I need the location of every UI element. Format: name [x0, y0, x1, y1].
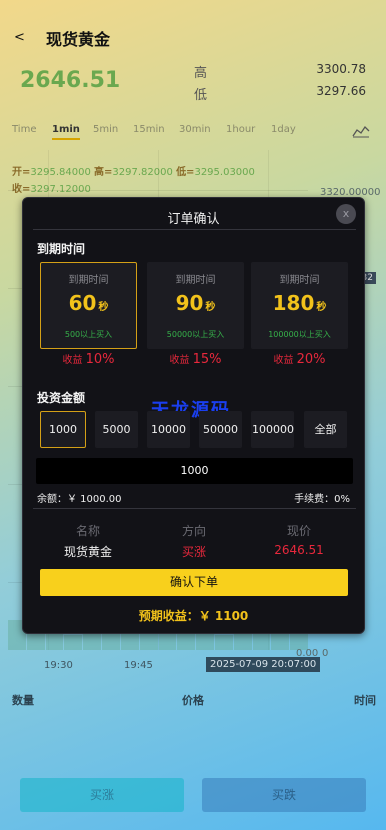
col-time: 时间	[354, 694, 376, 707]
high-label: 高	[194, 66, 208, 81]
modal-title: 订单确认	[167, 212, 220, 227]
buy-down-button[interactable]: 买跌	[202, 778, 366, 812]
divider	[33, 508, 356, 509]
info-price: 现价 2646.51	[274, 524, 324, 557]
amount-50000-button[interactable]: 50000	[199, 411, 242, 448]
tab-time[interactable]: Time	[12, 124, 36, 135]
order-confirm-modal: 订单确认 x 到期时间 到期时间 60 秒 500以上买入 收益 10% 到期时间…	[22, 197, 365, 634]
amount-1000-button[interactable]: 1000	[40, 411, 86, 448]
tab-15min[interactable]: 15min	[133, 124, 165, 135]
expiry-option-90[interactable]: 到期时间 90 秒 50000以上买入 收益 15%	[147, 262, 244, 367]
divider	[33, 229, 356, 230]
back-button[interactable]: <	[14, 30, 25, 45]
amount-10000-button[interactable]: 10000	[147, 411, 190, 448]
tab-1hour[interactable]: 1hour	[226, 124, 255, 135]
expiry-option-180[interactable]: 到期时间 180 秒 100000以上买入 收益 20%	[251, 262, 348, 367]
page-title: 现货黄金	[46, 30, 111, 49]
amount-section-label: 投资金额	[37, 391, 86, 405]
fee-text: 手续费：0%	[294, 494, 350, 505]
balance-text: 余额：￥ 1000.00	[37, 494, 122, 505]
tab-5min[interactable]: 5min	[93, 124, 118, 135]
expiry-section-label: 到期时间	[37, 242, 86, 256]
close-icon[interactable]: x	[336, 204, 356, 224]
current-price: 2646.51	[20, 68, 121, 93]
low-label: 低	[194, 88, 208, 103]
time-label-1: 19:30	[44, 660, 73, 671]
amount-5000-button[interactable]: 5000	[95, 411, 138, 448]
tab-30min[interactable]: 30min	[179, 124, 211, 135]
col-price: 价格	[182, 694, 204, 707]
amount-100000-button[interactable]: 100000	[251, 411, 294, 448]
expected-profit: 预期收益：￥ 1100	[138, 609, 249, 623]
amount-all-button[interactable]: 全部	[304, 411, 347, 448]
high-value: 3300.78	[316, 62, 366, 76]
tab-1min[interactable]: 1min	[52, 124, 80, 140]
info-name: 名称 现货黄金	[63, 524, 112, 559]
col-qty: 数量	[12, 694, 34, 707]
indicator-chart-icon[interactable]	[352, 124, 370, 138]
tab-1day[interactable]: 1day	[271, 124, 296, 135]
amount-input[interactable]: 1000	[36, 458, 353, 484]
header: < 现货黄金	[0, 22, 386, 56]
axis-bottom-right: 0	[322, 648, 329, 659]
expiry-option-60[interactable]: 到期时间 60 秒 500以上买入 收益 10%	[40, 262, 137, 367]
current-time-tag: 2025-07-09 20:07:00	[206, 657, 321, 672]
low-value: 3297.66	[316, 84, 366, 98]
buy-up-button[interactable]: 买涨	[20, 778, 184, 812]
time-label-2: 19:45	[124, 660, 153, 671]
info-direction: 方向 买涨	[181, 524, 206, 559]
period-tabs: Time 1min 5min 15min 30min 1hour 1day	[0, 124, 386, 142]
confirm-order-button[interactable]: 确认下单	[40, 569, 348, 596]
